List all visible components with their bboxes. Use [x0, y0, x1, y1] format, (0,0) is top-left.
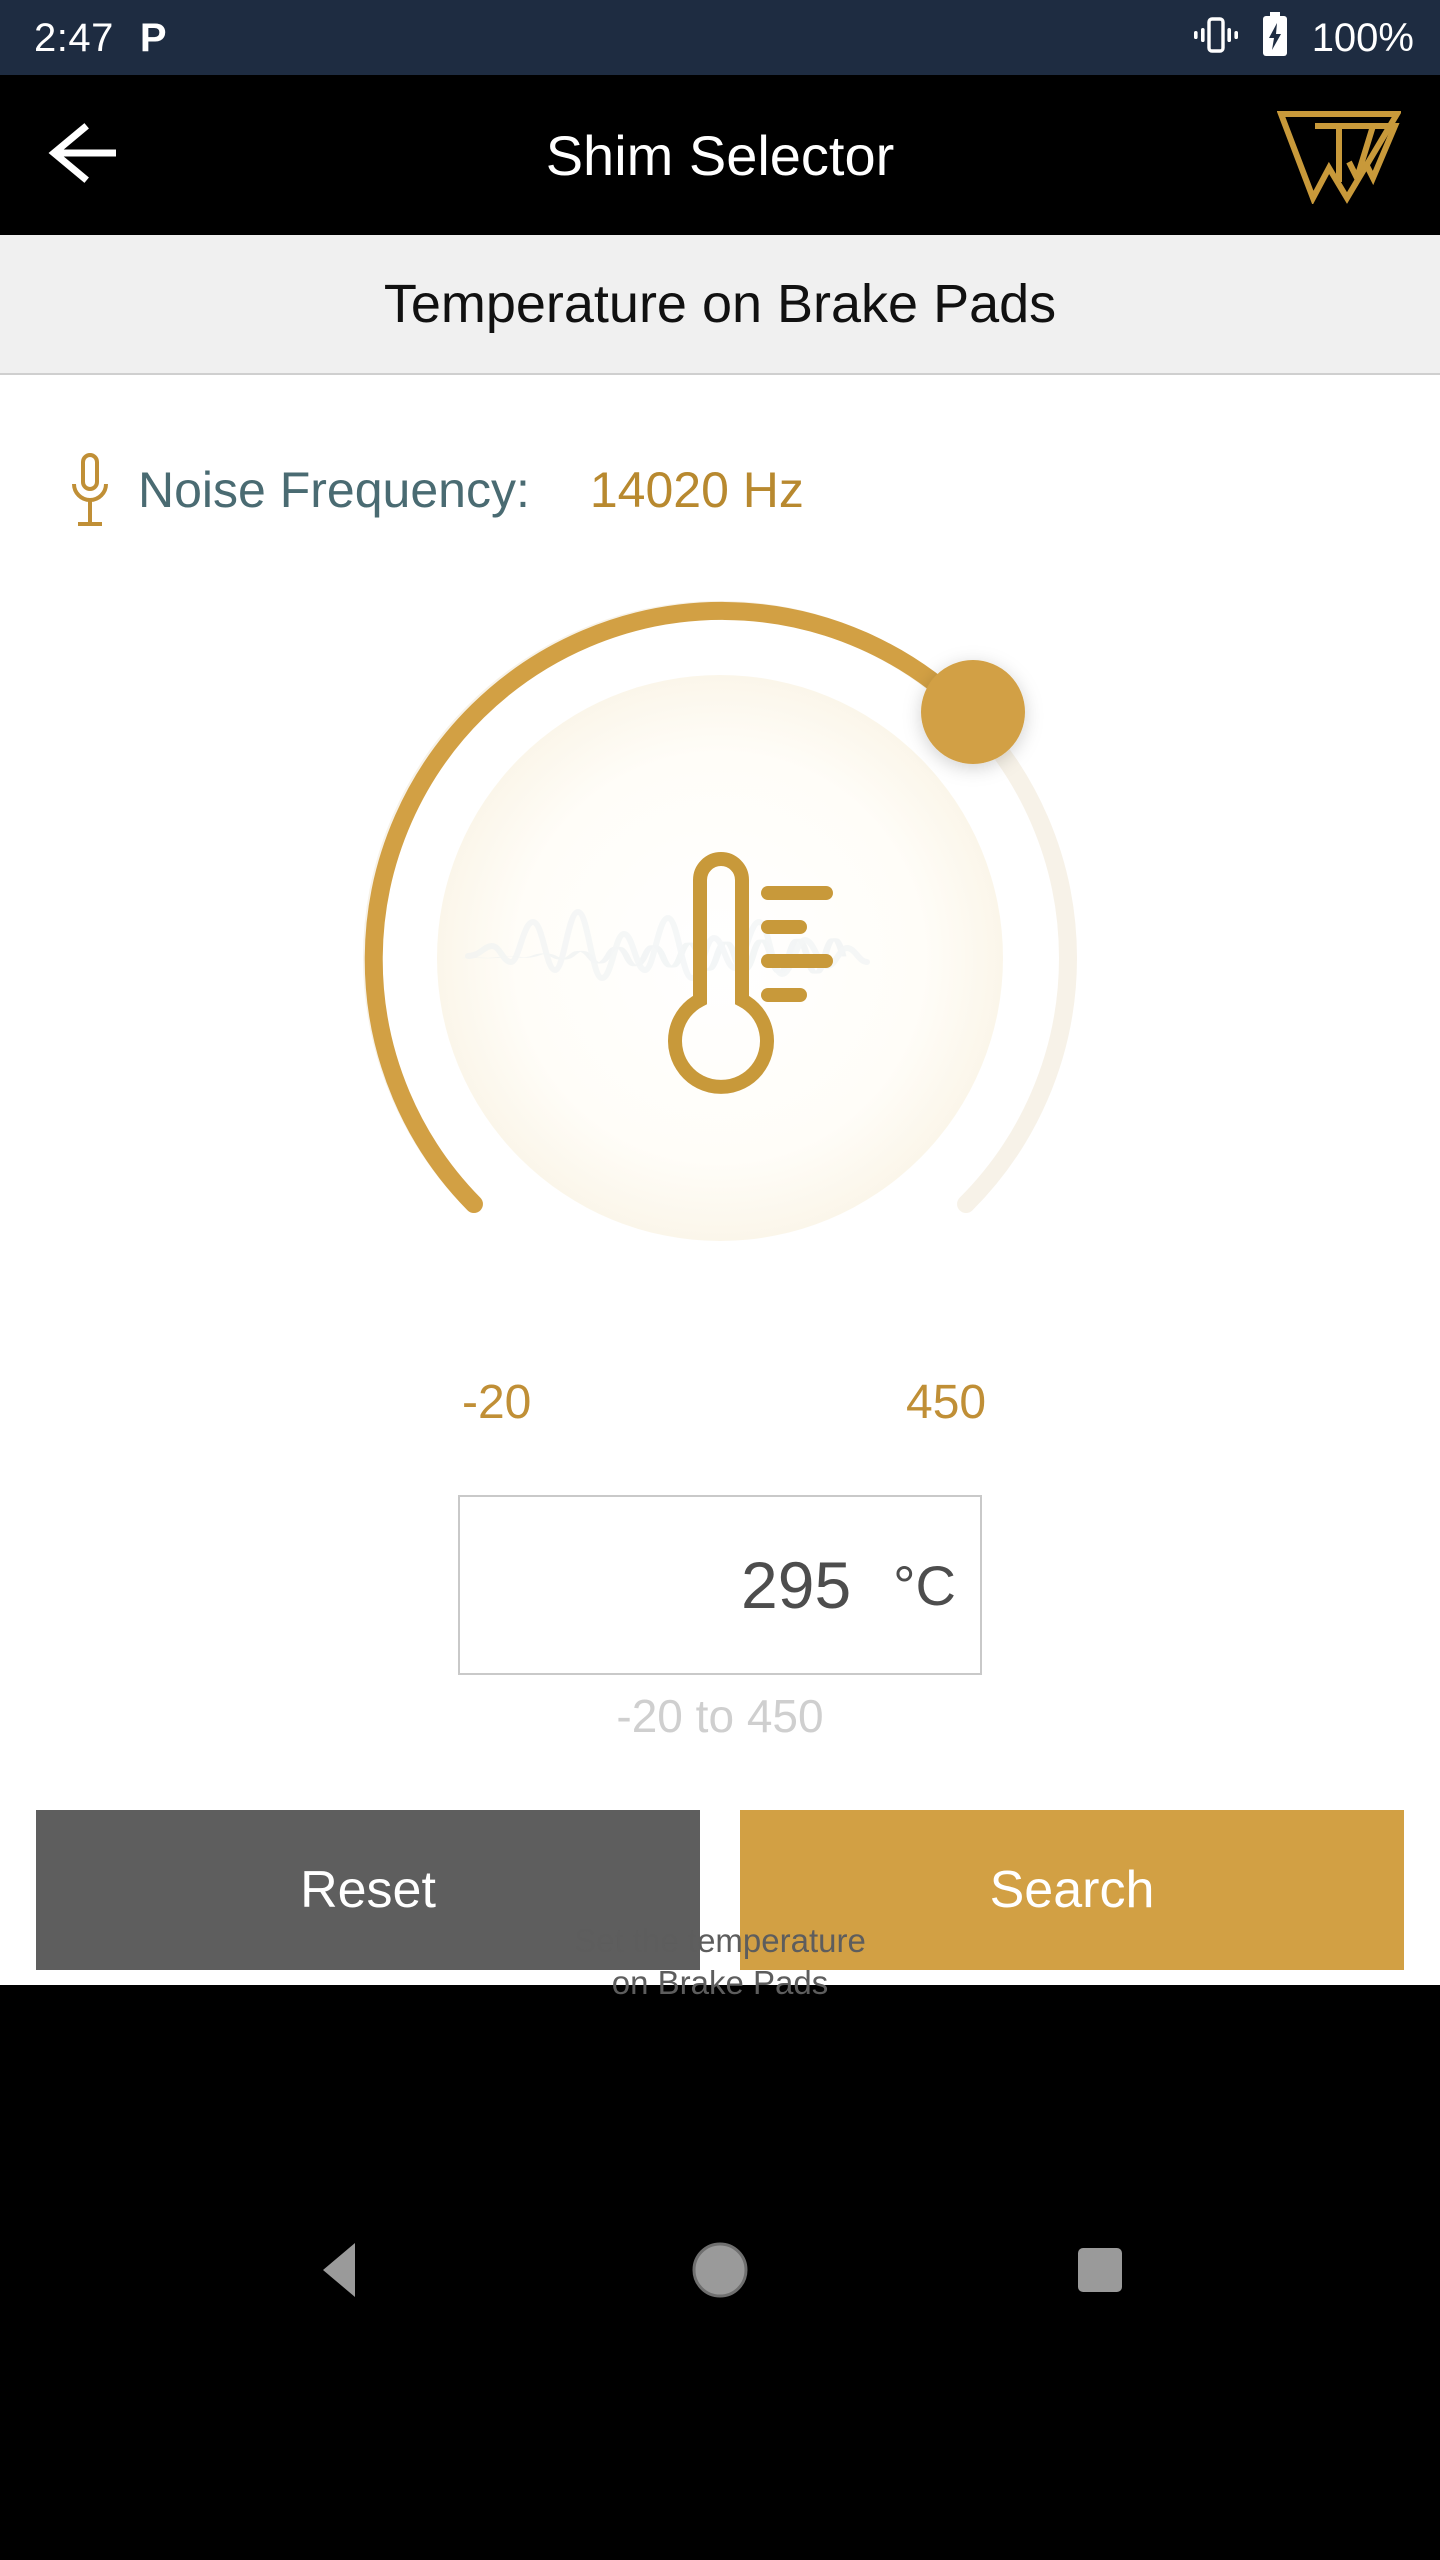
- vibrate-icon: [1192, 13, 1240, 62]
- nav-recents-button[interactable]: [1040, 2213, 1160, 2333]
- temperature-gauge[interactable]: Set the temperature on Brake Pads: [0, 575, 1440, 2001]
- page-title: Shim Selector: [545, 123, 895, 187]
- temperature-input[interactable]: 295 °C: [458, 1495, 982, 1675]
- gauge-range-labels: -20 450: [0, 1375, 1440, 1495]
- home-circle-icon: [689, 2239, 751, 2306]
- gauge-thumb[interactable]: [921, 660, 1025, 764]
- app-bar: Shim Selector: [0, 75, 1440, 235]
- back-triangle-icon: [311, 2239, 369, 2306]
- back-button[interactable]: [38, 110, 128, 200]
- noise-frequency-value: 14020 Hz: [589, 462, 804, 518]
- arrow-left-icon: [44, 122, 122, 189]
- battery-charging-icon: [1260, 12, 1290, 63]
- gauge-max-label: 450: [906, 1376, 987, 1429]
- recents-square-icon: [1073, 2243, 1127, 2302]
- android-nav-bar: [0, 1985, 1440, 2560]
- gauge-caption-line2: on Brake Pads: [611, 1964, 829, 2002]
- phone-screen: 2:47 P 100% Shim Selector Temperature on…: [0, 0, 1440, 2560]
- gauge-min-label: -20: [462, 1376, 532, 1429]
- temperature-input-block: 295 °C -20 to 450: [0, 1495, 1440, 1795]
- temperature-unit: °C: [893, 1553, 956, 1617]
- battery-percent-label: 100%: [1311, 15, 1414, 60]
- noise-frequency-label: Noise Frequency:: [138, 462, 530, 518]
- gauge-inner-disc: [437, 675, 1003, 1241]
- nav-back-button[interactable]: [280, 2213, 400, 2333]
- section-subtitle: Temperature on Brake Pads: [383, 274, 1057, 334]
- status-bar-right: 100%: [1192, 12, 1414, 63]
- nav-home-button[interactable]: [660, 2213, 780, 2333]
- gauge-caption-line1: Set the temperature: [574, 1922, 866, 1959]
- temperature-range-hint: -20 to 450: [616, 1690, 824, 1742]
- microphone-icon: [62, 450, 118, 530]
- gauge-svg[interactable]: [0, 575, 1440, 1375]
- gauge-caption: Set the temperature on Brake Pads: [460, 1920, 980, 2004]
- app-notification-icon: P: [139, 15, 167, 60]
- tw-brand-logo: [1276, 105, 1402, 205]
- status-bar: 2:47 P 100%: [0, 0, 1440, 75]
- section-subtitle-bar: Temperature on Brake Pads: [0, 235, 1440, 375]
- noise-frequency-row: Noise Frequency: 14020 Hz: [0, 375, 1440, 575]
- status-clock: 2:47: [34, 15, 114, 60]
- temperature-value[interactable]: 295: [741, 1547, 851, 1623]
- status-bar-left: 2:47 P: [34, 18, 167, 58]
